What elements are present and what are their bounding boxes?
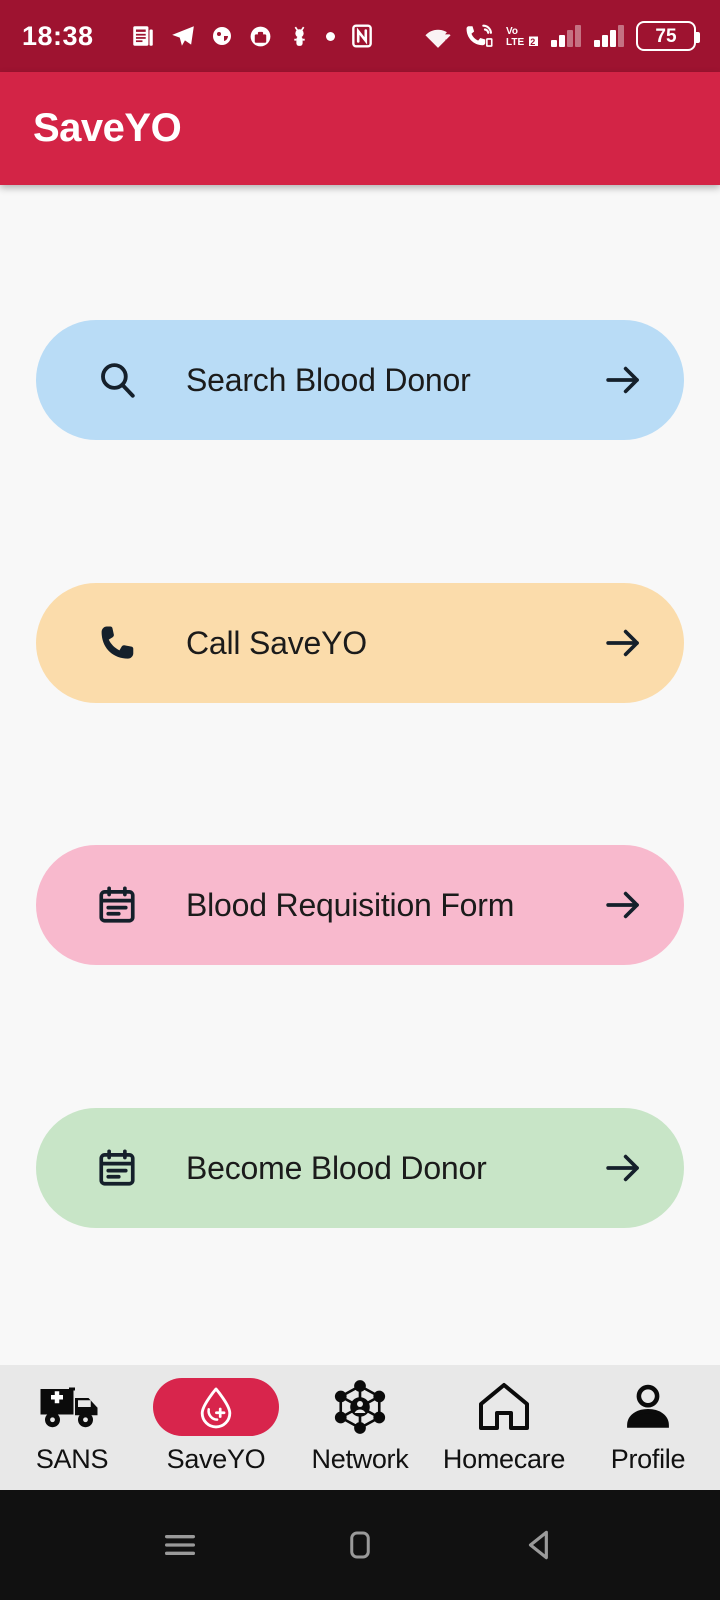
status-time: 18:38 (22, 20, 94, 51)
nav-label: Homecare (442, 1444, 566, 1474)
svg-text:2: 2 (530, 37, 535, 47)
home-icon[interactable] (337, 1522, 383, 1568)
network-nodes-icon (332, 1378, 388, 1436)
svg-text:Vo: Vo (506, 26, 518, 37)
ambulance-icon (39, 1378, 105, 1436)
dot-icon (325, 31, 335, 41)
page-title: SaveYO (33, 106, 182, 150)
nav-label: Profile (610, 1444, 686, 1474)
signal-bars-sim2-icon (594, 25, 624, 47)
form-icon (94, 882, 140, 928)
person-icon (622, 1378, 674, 1436)
card-label: Search Blood Donor (186, 361, 471, 398)
app-screen: 18:38 Vo LTE 2 75 SaveYO Search Blood Do… (0, 0, 720, 1600)
arrow-right-icon (602, 1147, 644, 1189)
app-bar: SaveYO (0, 72, 720, 185)
signal-bars-sim1-icon (551, 25, 581, 47)
status-bar: 18:38 Vo LTE 2 75 (0, 0, 720, 72)
wifi-calling-icon (466, 24, 493, 47)
search-icon (94, 357, 140, 403)
phone-icon (94, 620, 140, 666)
wifi-icon (425, 29, 452, 48)
nav-label: SaveYO (166, 1444, 266, 1474)
system-navigation-bar (0, 1490, 720, 1600)
card-blood-requisition-form[interactable]: Blood Requisition Form (36, 845, 684, 965)
nav-item-profile[interactable]: Profile (576, 1365, 720, 1490)
nav-item-homecare[interactable]: Homecare (432, 1365, 576, 1490)
svg-text:LTE: LTE (506, 37, 524, 48)
status-bar-right: Vo LTE 2 75 (423, 21, 700, 51)
form-icon (94, 1145, 140, 1191)
nav-item-network[interactable]: Network (288, 1365, 432, 1490)
nav-label: SANS (35, 1444, 109, 1474)
home-icon (476, 1378, 532, 1436)
volte2-icon: Vo LTE 2 (506, 26, 538, 48)
bottom-navigation: SANS SaveYO Network Homecare Profile (0, 1365, 720, 1490)
arrow-right-icon (602, 359, 644, 401)
nav-label: Network (311, 1444, 409, 1474)
card-label: Blood Requisition Form (186, 886, 515, 923)
battery-level: 75 (655, 25, 677, 47)
card-become-blood-donor[interactable]: Become Blood Donor (36, 1108, 684, 1228)
nfc-icon (351, 24, 372, 48)
nav-active-pill (153, 1378, 279, 1436)
arrow-right-icon (602, 622, 644, 664)
scooter-icon (293, 26, 305, 46)
card-search-blood-donor[interactable]: Search Blood Donor (36, 320, 684, 440)
nav-item-sans[interactable]: SANS (0, 1365, 144, 1490)
main-content: Search Blood Donor Call SaveYO Blood Req… (0, 185, 720, 1365)
briefcase-icon (250, 26, 270, 46)
telegram-icon (171, 26, 194, 46)
status-bar-left: 18:38 (22, 21, 423, 52)
news-icon (132, 26, 153, 46)
back-icon[interactable] (517, 1522, 563, 1568)
sticker-icon (212, 27, 231, 45)
recents-icon[interactable] (157, 1522, 203, 1568)
arrow-right-icon (602, 884, 644, 926)
blood-drop-plus-icon (153, 1378, 279, 1436)
card-label: Call SaveYO (186, 624, 367, 661)
card-label: Become Blood Donor (186, 1149, 487, 1186)
card-call-saveyo[interactable]: Call SaveYO (36, 583, 684, 703)
battery-icon: 75 (636, 21, 700, 51)
nav-item-saveyo[interactable]: SaveYO (144, 1365, 288, 1490)
